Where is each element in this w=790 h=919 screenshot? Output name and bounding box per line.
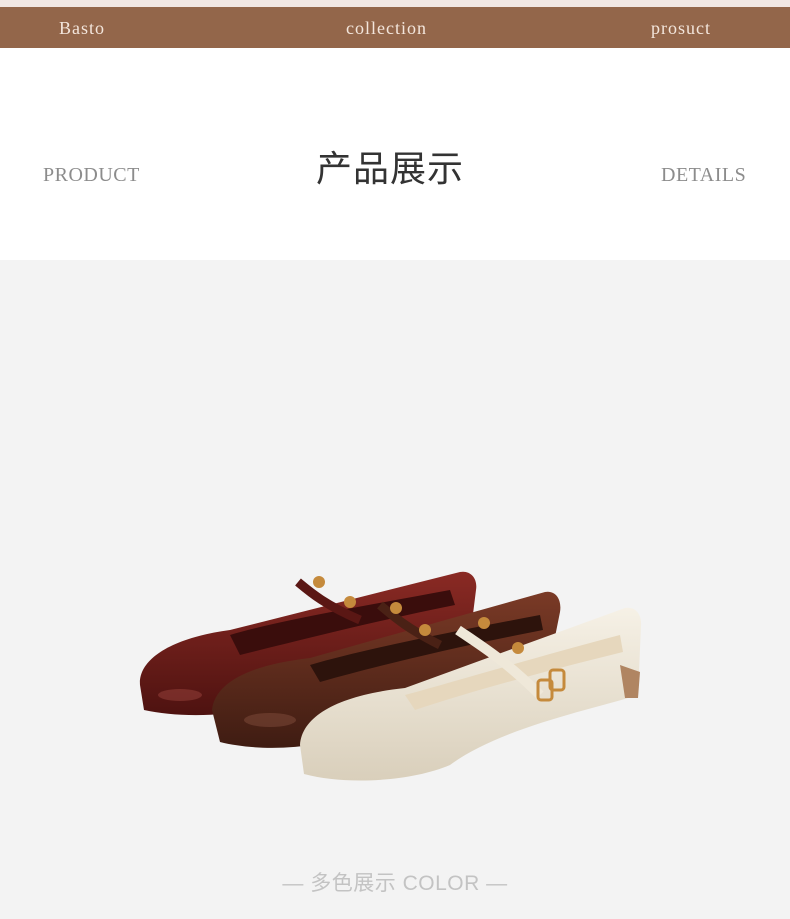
nav-bar: Basto collection prosuct xyxy=(0,7,790,48)
page-title: 产品展示 xyxy=(316,149,465,190)
details-label: DETAILS xyxy=(661,164,747,186)
section-header: PRODUCT 产品展示 DETAILS xyxy=(0,48,790,260)
shoes-product-image xyxy=(139,571,642,781)
nav-item-basto[interactable]: Basto xyxy=(59,18,105,39)
nav-item-collection[interactable]: collection xyxy=(346,18,427,39)
page: Basto collection prosuct PRODUCT 产品展示 DE… xyxy=(0,0,790,919)
product-label: PRODUCT xyxy=(43,164,140,186)
top-strip xyxy=(0,0,790,7)
product-image-area: — 多色展示 COLOR — xyxy=(0,260,790,919)
color-caption: — 多色展示 COLOR — xyxy=(282,872,508,895)
nav-item-product[interactable]: prosuct xyxy=(651,18,711,39)
